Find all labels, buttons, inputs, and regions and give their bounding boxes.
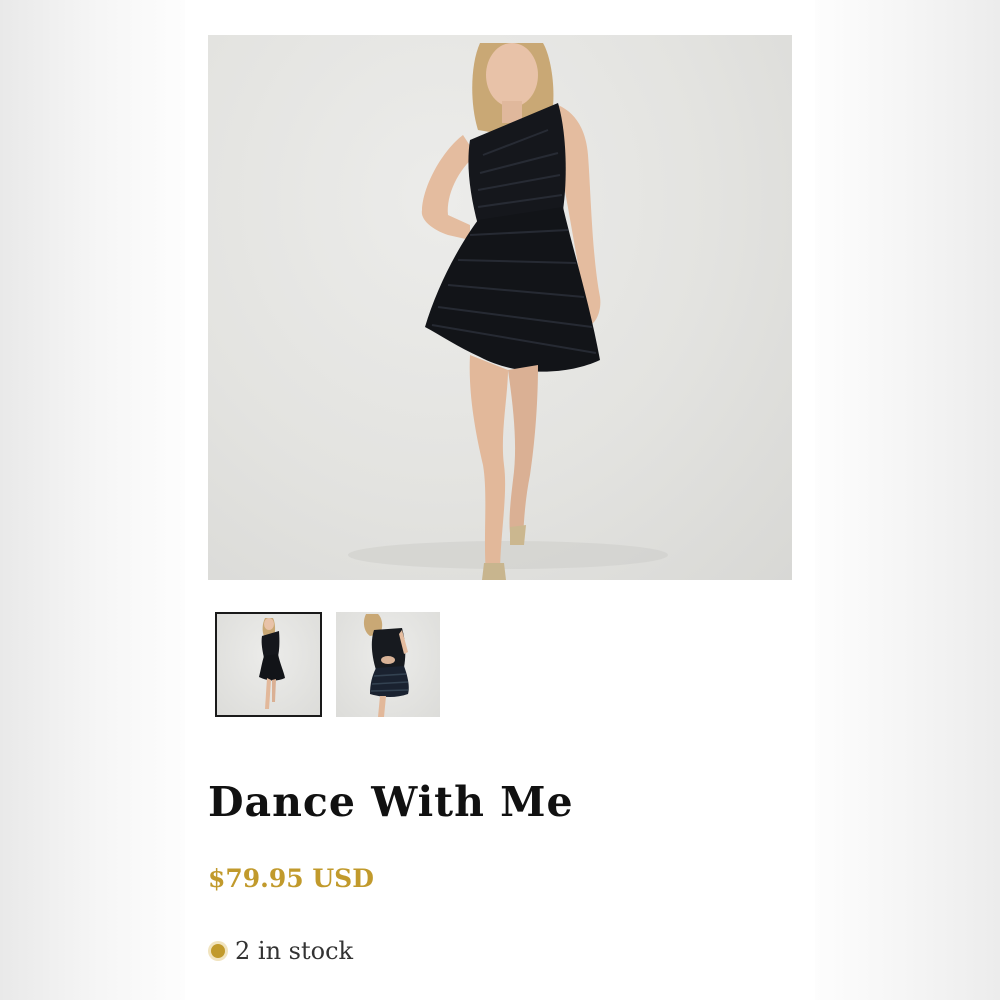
product-title: Dance With Me (208, 778, 574, 826)
stock-text: 2 in stock (235, 937, 354, 965)
product-price: $79.95 USD (208, 864, 374, 893)
dress-front-thumbnail[interactable] (215, 612, 322, 717)
main-product-image[interactable] (208, 35, 792, 580)
dress-back-thumbnail-image (363, 614, 409, 717)
stock-indicator-icon (211, 944, 225, 958)
stock-status: 2 in stock (208, 937, 353, 965)
model-in-black-dress-image (348, 43, 668, 580)
product-page: Dance With Me $79.95 USD 2 in stock (185, 0, 815, 1000)
dress-front-thumbnail-image (259, 618, 285, 709)
dress-back-thumbnail[interactable] (336, 612, 440, 717)
